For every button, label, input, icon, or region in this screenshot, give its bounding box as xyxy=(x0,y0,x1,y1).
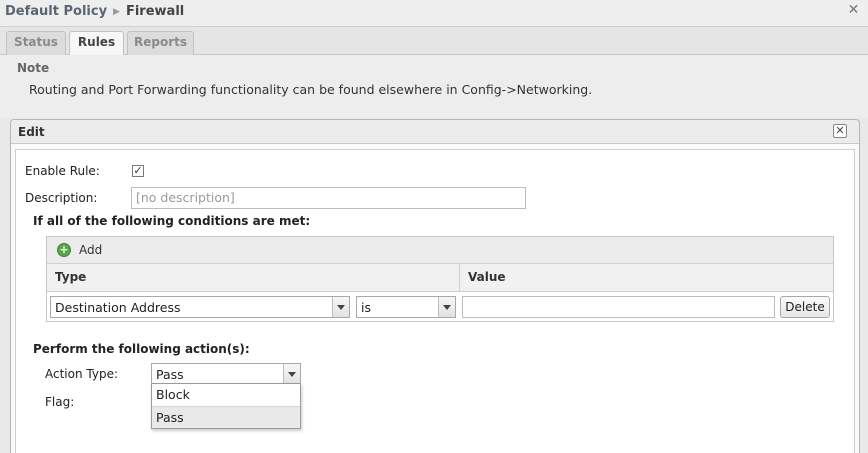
condition-operator-select[interactable]: is xyxy=(356,296,456,318)
condition-type-select[interactable]: Destination Address xyxy=(50,296,350,318)
delete-button[interactable]: Delete xyxy=(780,296,830,318)
breadcrumb-link-default-policy[interactable]: Default Policy xyxy=(5,4,107,19)
checkmark-icon: ✓ xyxy=(133,164,143,177)
chevron-down-icon xyxy=(438,297,455,317)
tab-rules[interactable]: Rules xyxy=(69,31,124,56)
column-type: Type xyxy=(47,264,460,291)
dialog-body: Enable Rule: ✓ Description: [no descript… xyxy=(15,149,855,453)
tab-reports[interactable]: Reports xyxy=(127,31,194,55)
breadcrumb-current: Firewall xyxy=(125,4,185,19)
column-type-label: Type xyxy=(55,270,87,284)
condition-value-input[interactable] xyxy=(462,296,775,318)
condition-operator-value: is xyxy=(361,300,371,315)
tab-bar: Status Rules Reports xyxy=(0,27,868,56)
edit-dialog: Edit ✕ Enable Rule: ✓ Description: [no d… xyxy=(10,119,860,453)
grid-toolbar: + Add xyxy=(47,237,833,264)
enable-rule-label: Enable Rule: xyxy=(25,164,100,178)
action-type-select[interactable]: Pass xyxy=(151,363,301,385)
condition-type-value: Destination Address xyxy=(55,300,181,315)
breadcrumb: Default Policy ▶ Firewall xyxy=(5,4,184,19)
column-value-label: Value xyxy=(468,270,506,284)
dropdown-option-pass[interactable]: Pass xyxy=(152,406,300,428)
action-type-label: Action Type: xyxy=(45,367,119,381)
chevron-down-icon xyxy=(283,364,300,384)
conditions-title: If all of the following conditions are m… xyxy=(33,214,311,228)
close-icon[interactable]: ✕ xyxy=(833,124,847,138)
chevron-right-icon: ▶ xyxy=(113,6,120,17)
tab-status[interactable]: Status xyxy=(6,31,66,55)
note-text: Routing and Port Forwarding functionalit… xyxy=(29,82,593,97)
grid-header: Type Value xyxy=(47,264,833,292)
dialog-title: Edit xyxy=(18,125,45,139)
actions-title: Perform the following action(s): xyxy=(33,342,250,356)
note-title: Note xyxy=(17,61,50,75)
top-bar: Default Policy ▶ Firewall ✕ xyxy=(0,0,868,27)
chevron-down-icon xyxy=(332,297,349,317)
column-value: Value xyxy=(460,264,833,291)
dropdown-option-block[interactable]: Block xyxy=(152,384,300,406)
action-type-dropdown: Block Pass xyxy=(151,383,301,429)
dialog-header: Edit ✕ xyxy=(11,120,859,144)
close-icon[interactable]: ✕ xyxy=(847,3,860,17)
note-section: Note Routing and Port Forwarding functio… xyxy=(0,55,868,118)
description-label: Description: xyxy=(25,191,98,205)
conditions-grid: + Add Type Value Destination Address is xyxy=(46,236,834,322)
add-circle-icon[interactable]: + xyxy=(57,243,71,257)
description-input[interactable]: [no description] xyxy=(131,187,526,209)
action-type-value: Pass xyxy=(156,367,184,382)
enable-rule-checkbox[interactable]: ✓ xyxy=(132,165,144,177)
add-button[interactable]: Add xyxy=(79,243,102,257)
flag-label: Flag: xyxy=(45,395,75,409)
